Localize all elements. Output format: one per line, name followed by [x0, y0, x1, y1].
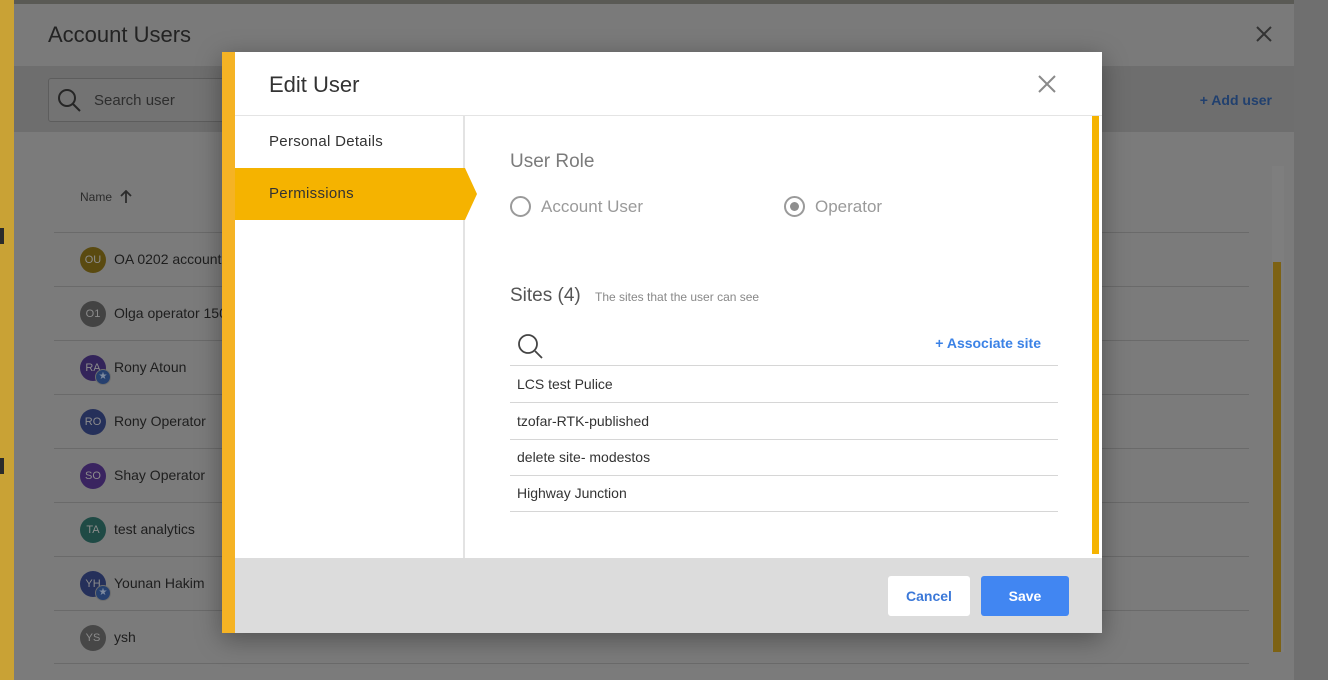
user-name: Olga operator 150: [114, 305, 227, 321]
strip-notch: [0, 228, 4, 244]
search-icon[interactable]: [516, 332, 544, 360]
close-icon[interactable]: [1252, 22, 1276, 46]
user-name: OA 0202 account: [114, 251, 222, 267]
avatar: YS: [80, 625, 106, 651]
avatar: RO: [80, 409, 106, 435]
avatar: YH ★: [80, 571, 111, 601]
radio-operator[interactable]: Operator: [784, 196, 882, 217]
avatar: RA ★: [80, 355, 111, 385]
save-button[interactable]: Save: [981, 576, 1069, 616]
site-row[interactable]: Highway Junction: [510, 476, 1058, 512]
users-scrollbar-thumb[interactable]: [1273, 262, 1281, 652]
modal-scrollbar[interactable]: [1091, 116, 1102, 558]
sites-title: Sites (4): [510, 285, 581, 306]
star-badge-icon: ★: [95, 369, 111, 385]
modal-title: Edit User: [269, 72, 360, 97]
radio-label: Account User: [541, 196, 644, 216]
users-scrollbar[interactable]: [1272, 166, 1284, 652]
site-name: LCS test Pulice: [517, 376, 613, 392]
radio-account-user[interactable]: Account User: [510, 196, 643, 217]
avatar: OU: [80, 247, 106, 273]
edit-user-side-nav: Personal Details Permissions: [235, 116, 477, 558]
user-name: Shay Operator: [114, 467, 206, 483]
modal-scrollbar-thumb[interactable]: [1092, 116, 1099, 554]
account-users-title: Account Users: [48, 22, 192, 47]
background-right-edge: [1294, 0, 1328, 680]
user-name: Younan Hakim: [114, 575, 205, 591]
sites-search-bar[interactable]: + Associate site: [510, 326, 1058, 366]
associate-site-button[interactable]: + Associate site: [935, 335, 1041, 351]
user-name: test analytics: [114, 521, 195, 537]
avatar: TA: [80, 517, 106, 543]
nav-item-label: Personal Details: [269, 133, 384, 150]
cancel-button[interactable]: Cancel: [888, 576, 970, 616]
close-icon[interactable]: [1036, 73, 1058, 95]
edit-user-modal: Edit User Personal Details Permissions U…: [222, 52, 1102, 633]
user-role-title: User Role: [510, 151, 595, 172]
site-name: Highway Junction: [517, 485, 627, 501]
search-user-placeholder: Search user: [94, 92, 175, 109]
site-name: tzofar-RTK-published: [517, 413, 650, 429]
nav-item-permissions[interactable]: Permissions: [235, 168, 477, 220]
nav-item-personal-details[interactable]: Personal Details: [235, 116, 465, 168]
strip-notch: [0, 458, 4, 474]
name-column-header[interactable]: Name: [80, 190, 132, 204]
user-name: ysh: [114, 629, 136, 645]
radio-label: Operator: [815, 196, 883, 216]
user-name: Rony Atoun: [114, 359, 187, 375]
site-row[interactable]: tzofar-RTK-published: [510, 404, 1058, 440]
permissions-content: User Role Account User Operator Sites (4…: [467, 116, 1089, 558]
avatar: SO: [80, 463, 106, 489]
radio-circle-checked[interactable]: [784, 196, 805, 217]
site-name: delete site- modestos: [517, 449, 651, 465]
avatar: O1: [80, 301, 106, 327]
name-column-label: Name: [80, 190, 113, 204]
modal-footer: Cancel Save: [235, 558, 1102, 633]
site-row[interactable]: delete site- modestos: [510, 440, 1058, 476]
sort-arrow-up-icon: [120, 190, 132, 203]
sites-subtitle: The sites that the user can see: [595, 290, 760, 304]
radio-circle[interactable]: [510, 196, 531, 217]
modal-accent-bar: [222, 52, 235, 633]
user-name: Rony Operator: [114, 413, 206, 429]
search-icon: [58, 89, 81, 112]
site-row[interactable]: LCS test Pulice: [510, 367, 1058, 403]
nav-item-label: Permissions: [269, 185, 354, 202]
background-accent-strip: [0, 0, 14, 680]
add-user-button[interactable]: + Add user: [1200, 92, 1272, 108]
star-badge-icon: ★: [95, 585, 111, 601]
